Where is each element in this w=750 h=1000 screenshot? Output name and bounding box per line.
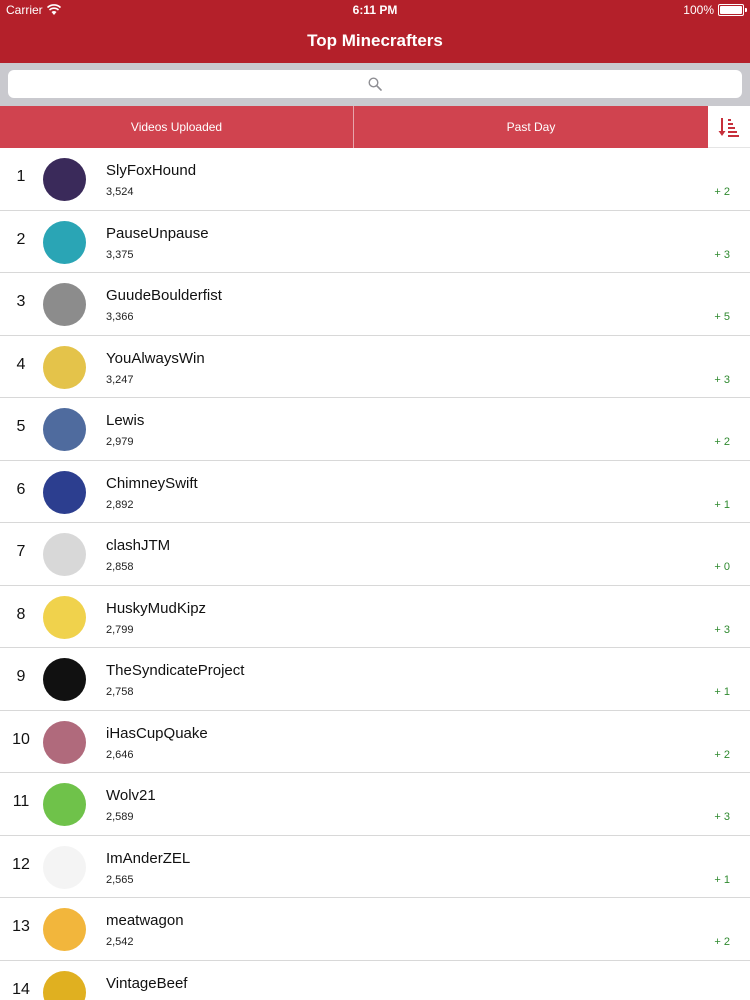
creator-name: Wolv21 bbox=[106, 787, 156, 804]
beef-avatar-icon bbox=[43, 970, 86, 1000]
syndicate-logo-avatar-icon bbox=[43, 658, 86, 701]
videos-uploaded-tab[interactable]: Videos Uploaded bbox=[0, 106, 354, 148]
sketch-face-avatar-icon bbox=[43, 845, 86, 889]
video-count: 3,375 bbox=[106, 248, 134, 261]
status-bar: Carrier 6:11 PM 100% bbox=[0, 0, 750, 20]
fox-avatar-icon bbox=[43, 158, 86, 201]
list-item[interactable]: 1 SlyFoxHound 3,524 + 2 bbox=[0, 148, 750, 211]
video-count: 2,542 bbox=[106, 936, 134, 948]
creator-name: PauseUnpause bbox=[106, 224, 209, 242]
cap-avatar-icon bbox=[43, 783, 86, 826]
rank-number: 13 bbox=[12, 918, 30, 935]
video-count: 3,247 bbox=[106, 373, 134, 386]
creator-name: YouAlwaysWin bbox=[106, 349, 205, 367]
sunglasses-avatar-icon bbox=[43, 908, 86, 951]
search-input[interactable] bbox=[8, 70, 742, 98]
search-bar bbox=[0, 63, 750, 106]
creator-name: TheSyndicateProject bbox=[106, 662, 245, 679]
rank-change: + 0 bbox=[714, 561, 730, 573]
list-item[interactable]: 9 TheSyndicateProject 2,758 + 1 bbox=[0, 648, 750, 711]
list-item[interactable]: 6 ChimneySwift 2,892 + 1 bbox=[0, 461, 750, 523]
past-day-tab[interactable]: Past Day bbox=[354, 106, 708, 148]
yaw-logo-avatar-icon bbox=[43, 345, 86, 389]
goggles-avatar-icon bbox=[43, 533, 86, 576]
letter-g-avatar-icon bbox=[43, 283, 86, 326]
creator-name: clashJTM bbox=[106, 537, 171, 554]
rank-change: + 3 bbox=[714, 373, 730, 386]
video-count: 2,589 bbox=[106, 811, 134, 823]
rank-number: 7 bbox=[16, 543, 26, 560]
list-item[interactable]: 8 HuskyMudKipz 2,799 + 3 bbox=[0, 586, 750, 648]
list-item[interactable]: 13 meatwagon 2,542 + 2 bbox=[0, 898, 750, 961]
portrait-avatar-icon bbox=[43, 720, 86, 764]
list-item[interactable]: 5 Lewis 2,979 + 2 bbox=[0, 398, 750, 461]
rank-number: 5 bbox=[16, 418, 26, 435]
rank-number: 8 bbox=[16, 605, 26, 623]
rank-change: + 3 bbox=[714, 811, 730, 823]
top-bar: Carrier 6:11 PM 100% Top Minecrafters bbox=[0, 0, 750, 63]
rank-change: + 1 bbox=[714, 873, 730, 886]
rank-number: 14 bbox=[12, 980, 30, 998]
rank-number: 10 bbox=[12, 730, 30, 748]
list-item[interactable]: 4 YouAlwaysWin 3,247 + 3 bbox=[0, 336, 750, 398]
video-count: 2,646 bbox=[106, 748, 134, 761]
rank-change: + 5 bbox=[714, 311, 730, 323]
battery-icon bbox=[718, 4, 747, 16]
rank-number: 2 bbox=[16, 230, 26, 248]
video-count: 3,524 bbox=[106, 186, 134, 198]
creator-name: HuskyMudKipz bbox=[106, 599, 207, 617]
filter-bar: Videos Uploaded Past Day bbox=[0, 106, 750, 148]
rank-change: + 2 bbox=[714, 748, 730, 761]
video-count: 2,858 bbox=[106, 561, 134, 573]
rank-change: + 2 bbox=[714, 936, 730, 948]
cs-logo-avatar-icon bbox=[43, 470, 86, 514]
rank-change: + 3 bbox=[714, 623, 730, 636]
creator-list: 1 SlyFoxHound 3,524 + 2 2 PauseUnpause 3,375 + … bbox=[0, 148, 750, 1000]
creator-name: GuudeBoulderfist bbox=[106, 287, 222, 304]
list-item[interactable]: 3 GuudeBoulderfist 3,366 + 5 bbox=[0, 273, 750, 336]
list-item[interactable]: 11 Wolv21 2,589 + 3 bbox=[0, 773, 750, 836]
rank-change: + 1 bbox=[714, 498, 730, 511]
rank-change: + 1 bbox=[714, 686, 730, 698]
creator-name: meatwagon bbox=[106, 912, 184, 929]
video-count: 2,758 bbox=[106, 686, 134, 698]
purple-hat-avatar-icon bbox=[43, 595, 86, 639]
list-item[interactable]: 14 VintageBeef bbox=[0, 961, 750, 1000]
video-count: 2,799 bbox=[106, 623, 134, 636]
rank-number: 6 bbox=[16, 480, 26, 498]
rank-number: 4 bbox=[16, 355, 26, 373]
rank-number: 12 bbox=[12, 855, 30, 873]
video-count: 2,979 bbox=[106, 436, 134, 448]
rank-change: + 2 bbox=[714, 186, 730, 198]
bearded-avatar-icon bbox=[43, 408, 86, 451]
list-item[interactable]: 10 iHasCupQuake 2,646 + 2 bbox=[0, 711, 750, 773]
search-icon bbox=[368, 77, 382, 91]
battery-indicator: 100% bbox=[683, 3, 747, 17]
creator-name: iHasCupQuake bbox=[106, 724, 208, 742]
rank-number: 1 bbox=[16, 168, 26, 185]
rank-number: 11 bbox=[12, 793, 30, 810]
creator-name: VintageBeef bbox=[106, 974, 188, 992]
rank-change: + 3 bbox=[714, 248, 730, 261]
creator-name: SlyFoxHound bbox=[106, 162, 197, 179]
creator-name: ChimneySwift bbox=[106, 474, 198, 492]
list-item[interactable]: 2 PauseUnpause 3,375 + 3 bbox=[0, 211, 750, 273]
sort-button[interactable] bbox=[708, 106, 750, 148]
page-title: Top Minecrafters bbox=[307, 31, 443, 50]
video-count: 2,892 bbox=[106, 498, 134, 511]
list-item[interactable]: 12 ImAnderZEL 2,565 + 1 bbox=[0, 836, 750, 898]
creator-name: ImAnderZEL bbox=[106, 849, 191, 867]
creator-name: Lewis bbox=[106, 412, 145, 429]
battery-percent: 100% bbox=[683, 3, 714, 17]
rank-number: 9 bbox=[16, 668, 26, 685]
rank-change: + 2 bbox=[714, 436, 730, 448]
sort-descending-icon bbox=[718, 117, 739, 137]
blocky-avatar-icon bbox=[43, 220, 86, 264]
rank-number: 3 bbox=[16, 293, 26, 310]
video-count: 3,366 bbox=[106, 311, 134, 323]
list-item[interactable]: 7 clashJTM 2,858 + 0 bbox=[0, 523, 750, 586]
video-count: 2,565 bbox=[106, 873, 134, 886]
clock: 6:11 PM bbox=[352, 3, 398, 17]
